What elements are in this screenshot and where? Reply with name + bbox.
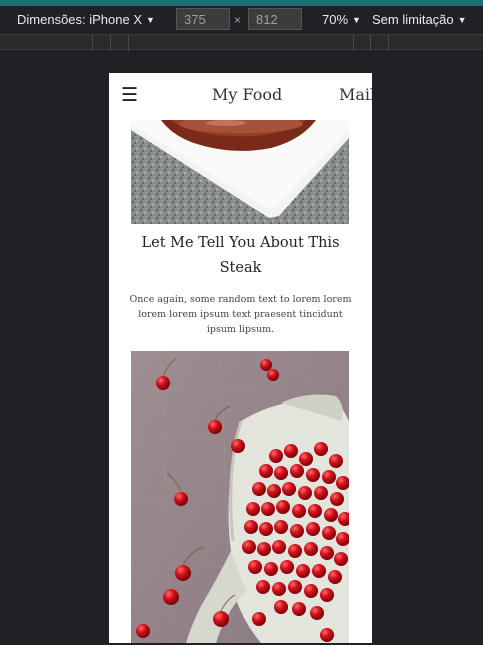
zoom-label: 70% — [322, 12, 349, 27]
width-input[interactable]: 375 — [176, 8, 230, 30]
ruler-tick — [110, 35, 111, 51]
device-dropdown[interactable]: Dimensões: iPhone X ▼ — [17, 12, 155, 27]
height-input[interactable]: 812 — [248, 8, 302, 30]
ruler-tick — [92, 35, 93, 51]
throttle-dropdown[interactable]: Sem limitação ▼ — [372, 12, 467, 27]
steak-image — [131, 120, 349, 224]
nav-link-mail[interactable]: Mail — [339, 85, 372, 104]
ruler-tick — [353, 35, 354, 51]
post-title: Let Me Tell You About This Steak — [141, 235, 340, 276]
media-query-ruler[interactable] — [0, 34, 483, 51]
site-navbar: ☰ My Food Mail — [109, 73, 372, 117]
post-excerpt: Once again, some random text to lorem lo… — [129, 294, 352, 335]
throttle-label: Sem limitação — [372, 12, 454, 27]
device-viewport: ☰ My Food Mail Let Me Tell You About Thi… — [109, 73, 372, 643]
zoom-dropdown[interactable]: 70% ▼ — [322, 12, 361, 27]
ruler-tick — [370, 35, 371, 51]
cherries-image — [131, 351, 349, 643]
chevron-down-icon: ▼ — [457, 15, 467, 25]
ruler-tick — [388, 35, 389, 51]
chevron-down-icon: ▼ — [146, 15, 155, 25]
hamburger-menu-icon[interactable]: ☰ — [121, 84, 138, 106]
site-brand[interactable]: My Food — [212, 85, 282, 104]
ruler-tick — [128, 35, 129, 51]
device-toolbar: Dimensões: iPhone X ▼ 375 × 812 70% ▼ Sem … — [0, 6, 483, 34]
chevron-down-icon: ▼ — [352, 15, 361, 25]
times-separator: × — [234, 13, 242, 27]
device-label: Dimensões: iPhone X — [17, 12, 143, 27]
